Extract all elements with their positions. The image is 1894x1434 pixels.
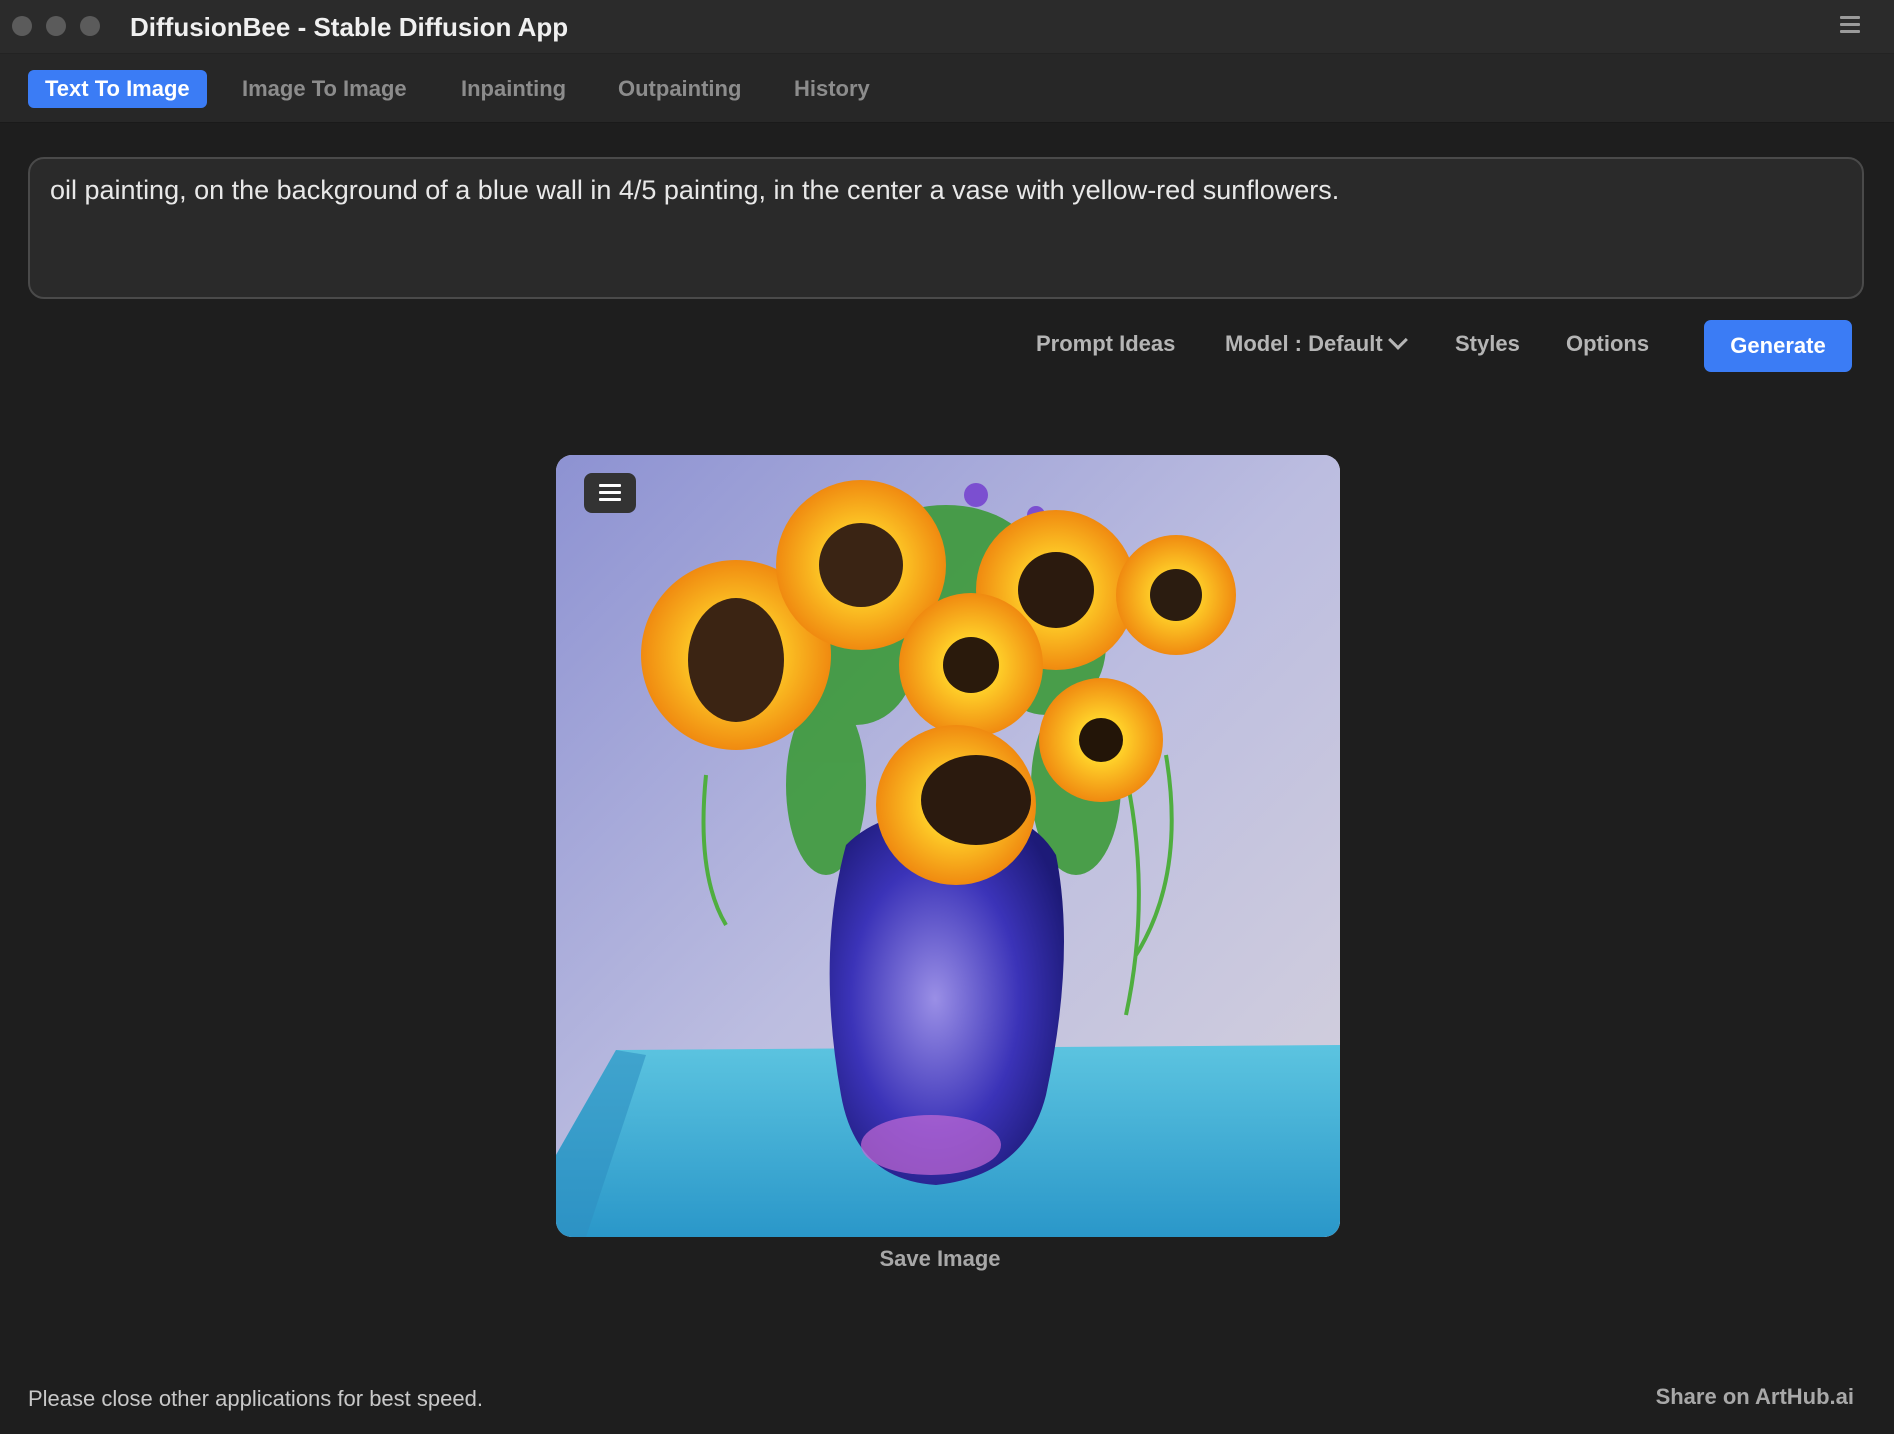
status-hint: Please close other applications for best… [28,1386,483,1411]
chevron-down-icon [1387,330,1408,350]
window-minimize-button[interactable] [46,16,66,36]
window-close-button[interactable] [12,16,32,36]
tab-inpainting[interactable]: Inpainting [461,70,566,108]
sunflower-painting-image [556,455,1340,1237]
image-menu-button[interactable] [584,473,636,513]
tab-text-to-image[interactable]: Text To Image [28,70,207,108]
window-title: DiffusionBee - Stable Diffusion App [130,12,569,42]
title-bar: DiffusionBee - Stable Diffusion App [0,0,1894,54]
tab-outpainting[interactable]: Outpainting [618,70,741,108]
model-dropdown-label: Model : Default [1225,331,1383,356]
prompt-input[interactable] [28,157,1864,299]
styles-button[interactable]: Styles [1455,326,1520,362]
model-dropdown[interactable]: Model : Default [1225,326,1408,362]
share-arthub-link[interactable]: Share on ArtHub.ai [1656,1384,1854,1410]
generate-button[interactable]: Generate [1704,320,1852,372]
hamburger-menu-icon[interactable] [1840,16,1860,34]
prompt-ideas-button[interactable]: Prompt Ideas [1036,326,1175,362]
window-zoom-button[interactable] [80,16,100,36]
tab-image-to-image[interactable]: Image To Image [242,70,407,108]
save-image-button[interactable]: Save Image [0,1246,1880,1272]
tab-history[interactable]: History [794,70,870,108]
tab-bar: Text To Image Image To Image Inpainting … [0,54,1894,123]
generated-image [556,455,1340,1237]
options-button[interactable]: Options [1566,326,1649,362]
